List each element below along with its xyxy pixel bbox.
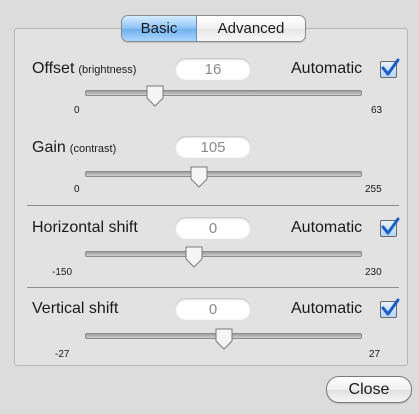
horizontal-automatic-checkbox[interactable]	[380, 217, 400, 237]
horizontal-shift-label: Horizontal shift	[32, 219, 138, 236]
offset-label-text: Offset	[32, 60, 75, 77]
vertical-shift-slider-thumb[interactable]	[215, 328, 233, 350]
horizontal-shift-max-label: 230	[365, 267, 382, 278]
horizontal-shift-slider-thumb[interactable]	[185, 246, 203, 268]
checkmark-icon	[381, 298, 400, 316]
offset-automatic-checkbox[interactable]	[380, 58, 400, 78]
offset-automatic-label: Automatic	[291, 60, 363, 77]
vertical-shift-value-field[interactable]: 0	[175, 298, 251, 320]
offset-slider-track[interactable]	[85, 90, 362, 96]
gain-max-label: 255	[365, 184, 382, 195]
gain-slider-track[interactable]	[85, 171, 362, 177]
vertical-shift-min-label: -27	[55, 349, 70, 360]
offset-min-label: 0	[74, 105, 80, 116]
segmented-tabs: Basic Advanced	[121, 15, 306, 42]
checkmark-icon	[381, 217, 400, 235]
vertical-shift-label: Vertical shift	[32, 300, 119, 317]
horizontal-shift-min-label: -150	[52, 267, 73, 278]
offset-slider-thumb[interactable]	[146, 85, 164, 107]
separator	[27, 205, 399, 206]
gain-label-text: Gain	[32, 139, 66, 156]
gain-label: Gain (contrast)	[32, 139, 116, 157]
vertical-automatic-label: Automatic	[291, 300, 363, 317]
tab-advanced[interactable]: Advanced	[197, 16, 305, 41]
vertical-automatic-checkbox[interactable]	[380, 298, 400, 318]
gain-min-label: 0	[74, 184, 80, 195]
close-button[interactable]: Close	[326, 376, 412, 403]
gain-value-field[interactable]: 105	[175, 136, 251, 158]
offset-max-label: 63	[371, 105, 383, 116]
horizontal-shift-slider-track[interactable]	[85, 251, 362, 257]
offset-sublabel: (brightness)	[78, 64, 137, 76]
checkmark-icon	[381, 58, 400, 76]
horizontal-shift-value-field[interactable]: 0	[175, 217, 251, 239]
offset-value-field[interactable]: 16	[175, 58, 251, 80]
offset-label: Offset (brightness)	[32, 60, 136, 78]
tab-basic[interactable]: Basic	[122, 16, 197, 41]
vertical-shift-max-label: 27	[369, 349, 381, 360]
gain-slider-thumb[interactable]	[190, 166, 208, 188]
horizontal-automatic-label: Automatic	[291, 219, 363, 236]
separator	[27, 287, 399, 288]
gain-sublabel: (contrast)	[69, 143, 117, 155]
settings-panel: Offset (brightness) 16 Automatic 0 63 Gai…	[14, 28, 408, 366]
